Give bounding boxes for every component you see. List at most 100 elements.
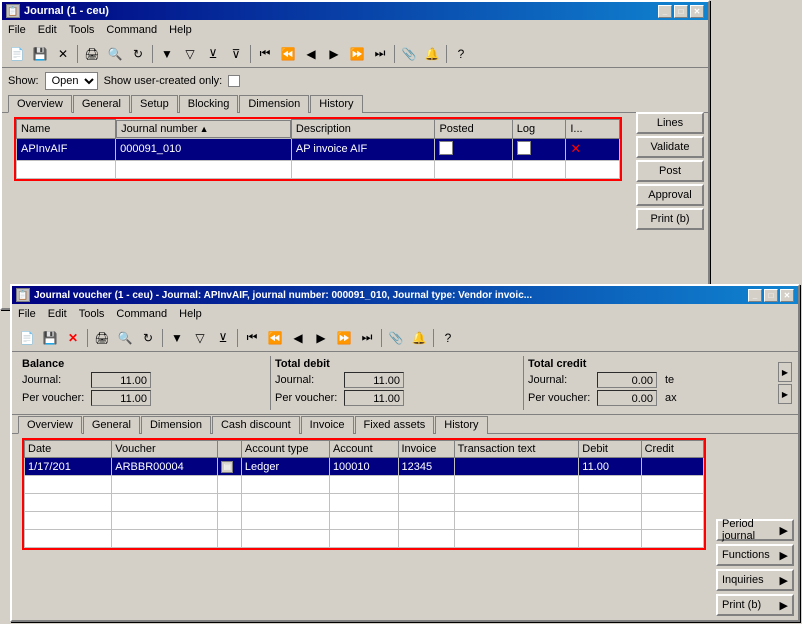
journal-label-right: Journal: [528, 374, 593, 386]
menu-command[interactable]: Command [100, 23, 163, 37]
v-delete-btn[interactable]: ✕ [62, 327, 84, 349]
v-col-icon [218, 441, 242, 458]
v-attach-btn[interactable]: 📎 [385, 327, 407, 349]
v-filter3-btn[interactable]: ⊻ [212, 327, 234, 349]
v-new-btn[interactable]: 📄 [16, 327, 38, 349]
v-menu-command[interactable]: Command [110, 307, 173, 321]
delete-btn[interactable]: ✕ [52, 43, 74, 65]
show-select[interactable]: Open [45, 72, 98, 90]
nav-prev[interactable]: ◀ [300, 43, 322, 65]
v-preview-btn[interactable]: 🔍 [114, 327, 136, 349]
help-btn[interactable]: ? [450, 43, 472, 65]
balance-expand-bottom[interactable]: ▶ [778, 384, 792, 404]
v-tab-invoice[interactable]: Invoice [301, 416, 354, 434]
v-table-row[interactable]: 1/17/201 ARBBR00004 ▤ Ledger 100010 1234… [25, 458, 704, 476]
journal-label-left: Journal: [22, 374, 87, 386]
v-menu-edit[interactable]: Edit [42, 307, 73, 321]
new-btn[interactable]: 📄 [6, 43, 28, 65]
v-nav-next2[interactable]: ⏩ [333, 327, 355, 349]
v-alert-btn[interactable]: 🔔 [408, 327, 430, 349]
print-b-button[interactable]: Print (b) [636, 208, 704, 230]
col-journal-number: Journal number ▲ [116, 120, 291, 138]
print-btn[interactable]: 🖨 [81, 43, 103, 65]
menu-help[interactable]: Help [163, 23, 198, 37]
empty [641, 476, 703, 494]
menu-file[interactable]: File [2, 23, 32, 37]
balance-expand-top[interactable]: ▶ [778, 362, 792, 382]
voucher-label-right: Per voucher: [528, 392, 593, 404]
v-minimize-button[interactable]: _ [748, 289, 762, 302]
total-credit-title: Total credit [528, 358, 772, 370]
v-save-btn[interactable]: 💾 [39, 327, 61, 349]
journal-window: 📋 Journal (1 - ceu) _ □ ✕ File Edit Tool… [0, 0, 710, 310]
save-btn[interactable]: 💾 [29, 43, 51, 65]
empty [25, 512, 112, 530]
v-refresh-btn[interactable]: ↻ [137, 327, 159, 349]
v-menu-file[interactable]: File [12, 307, 42, 321]
v-col-account: Account [329, 441, 398, 458]
v-tab-history[interactable]: History [435, 416, 487, 434]
inquiries-button[interactable]: Inquiries ▶ [716, 569, 794, 591]
v-tab-dimension[interactable]: Dimension [141, 416, 211, 434]
cell-name: APInvAIF [17, 138, 116, 160]
nav-first[interactable]: ⏮ [254, 43, 276, 65]
empty-cell [512, 160, 566, 178]
v-help-btn[interactable]: ? [437, 327, 459, 349]
tab-setup[interactable]: Setup [131, 95, 178, 113]
refresh-btn[interactable]: ↻ [127, 43, 149, 65]
tab-dimension[interactable]: Dimension [239, 95, 309, 113]
show-bar: Show: Open Show user-created only: [2, 68, 708, 94]
balance-center: Total debit Journal: 11.00 Per voucher: … [270, 356, 524, 410]
nav-last[interactable]: ⏭ [369, 43, 391, 65]
journal-window-icon: 📋 [6, 4, 20, 18]
v-nav-prev2[interactable]: ⏪ [264, 327, 286, 349]
approval-button[interactable]: Approval [636, 184, 704, 206]
tab-history[interactable]: History [310, 95, 362, 113]
validate-button[interactable]: Validate [636, 136, 704, 158]
attach-btn[interactable]: 📎 [398, 43, 420, 65]
v-close-button[interactable]: ✕ [780, 289, 794, 302]
voucher-window-icon: 📋 [16, 288, 30, 302]
alert-btn[interactable]: 🔔 [421, 43, 443, 65]
lines-button[interactable]: Lines [636, 112, 704, 134]
menu-tools[interactable]: Tools [63, 23, 101, 37]
nav-next[interactable]: ▶ [323, 43, 345, 65]
v-nav-prev[interactable]: ◀ [287, 327, 309, 349]
v-menu-help[interactable]: Help [173, 307, 208, 321]
period-journal-button[interactable]: Period journal ▶ [716, 519, 794, 541]
tab-general[interactable]: General [73, 95, 130, 113]
v-print-btn[interactable]: 🖨 [91, 327, 113, 349]
v-menu-tools[interactable]: Tools [73, 307, 111, 321]
minimize-button[interactable]: _ [658, 5, 672, 18]
v-tab-fixed-assets[interactable]: Fixed assets [355, 416, 435, 434]
menu-edit[interactable]: Edit [32, 23, 63, 37]
nav-prev2[interactable]: ⏪ [277, 43, 299, 65]
nav-next2[interactable]: ⏩ [346, 43, 368, 65]
v-nav-last[interactable]: ⏭ [356, 327, 378, 349]
table-row[interactable]: APInvAIF 000091_010 AP invoice AIF ✕ [17, 138, 620, 160]
user-created-checkbox[interactable] [228, 75, 240, 87]
v-tab-general[interactable]: General [83, 416, 140, 434]
post-button[interactable]: Post [636, 160, 704, 182]
filter3-btn[interactable]: ⊻ [202, 43, 224, 65]
v-maximize-button[interactable]: □ [764, 289, 778, 302]
filter2-btn[interactable]: ▽ [179, 43, 201, 65]
filter-btn[interactable]: ▼ [156, 43, 178, 65]
maximize-button[interactable]: □ [674, 5, 688, 18]
v-tab-overview[interactable]: Overview [18, 416, 82, 434]
preview-btn[interactable]: 🔍 [104, 43, 126, 65]
v-print-b-button[interactable]: Print (b) ▶ [716, 594, 794, 616]
sep4 [394, 45, 395, 63]
v-nav-next[interactable]: ▶ [310, 327, 332, 349]
cell-description: AP invoice AIF [291, 138, 435, 160]
tab-overview[interactable]: Overview [8, 95, 72, 113]
v-filter-btn[interactable]: ▼ [166, 327, 188, 349]
tab-blocking[interactable]: Blocking [179, 95, 239, 113]
print-b-arrow: ▶ [780, 599, 788, 612]
filter4-btn[interactable]: ⊽ [225, 43, 247, 65]
v-tab-cash-discount[interactable]: Cash discount [212, 416, 300, 434]
v-filter2-btn[interactable]: ▽ [189, 327, 211, 349]
functions-button[interactable]: Functions ▶ [716, 544, 794, 566]
close-button[interactable]: ✕ [690, 5, 704, 18]
v-nav-first[interactable]: ⏮ [241, 327, 263, 349]
